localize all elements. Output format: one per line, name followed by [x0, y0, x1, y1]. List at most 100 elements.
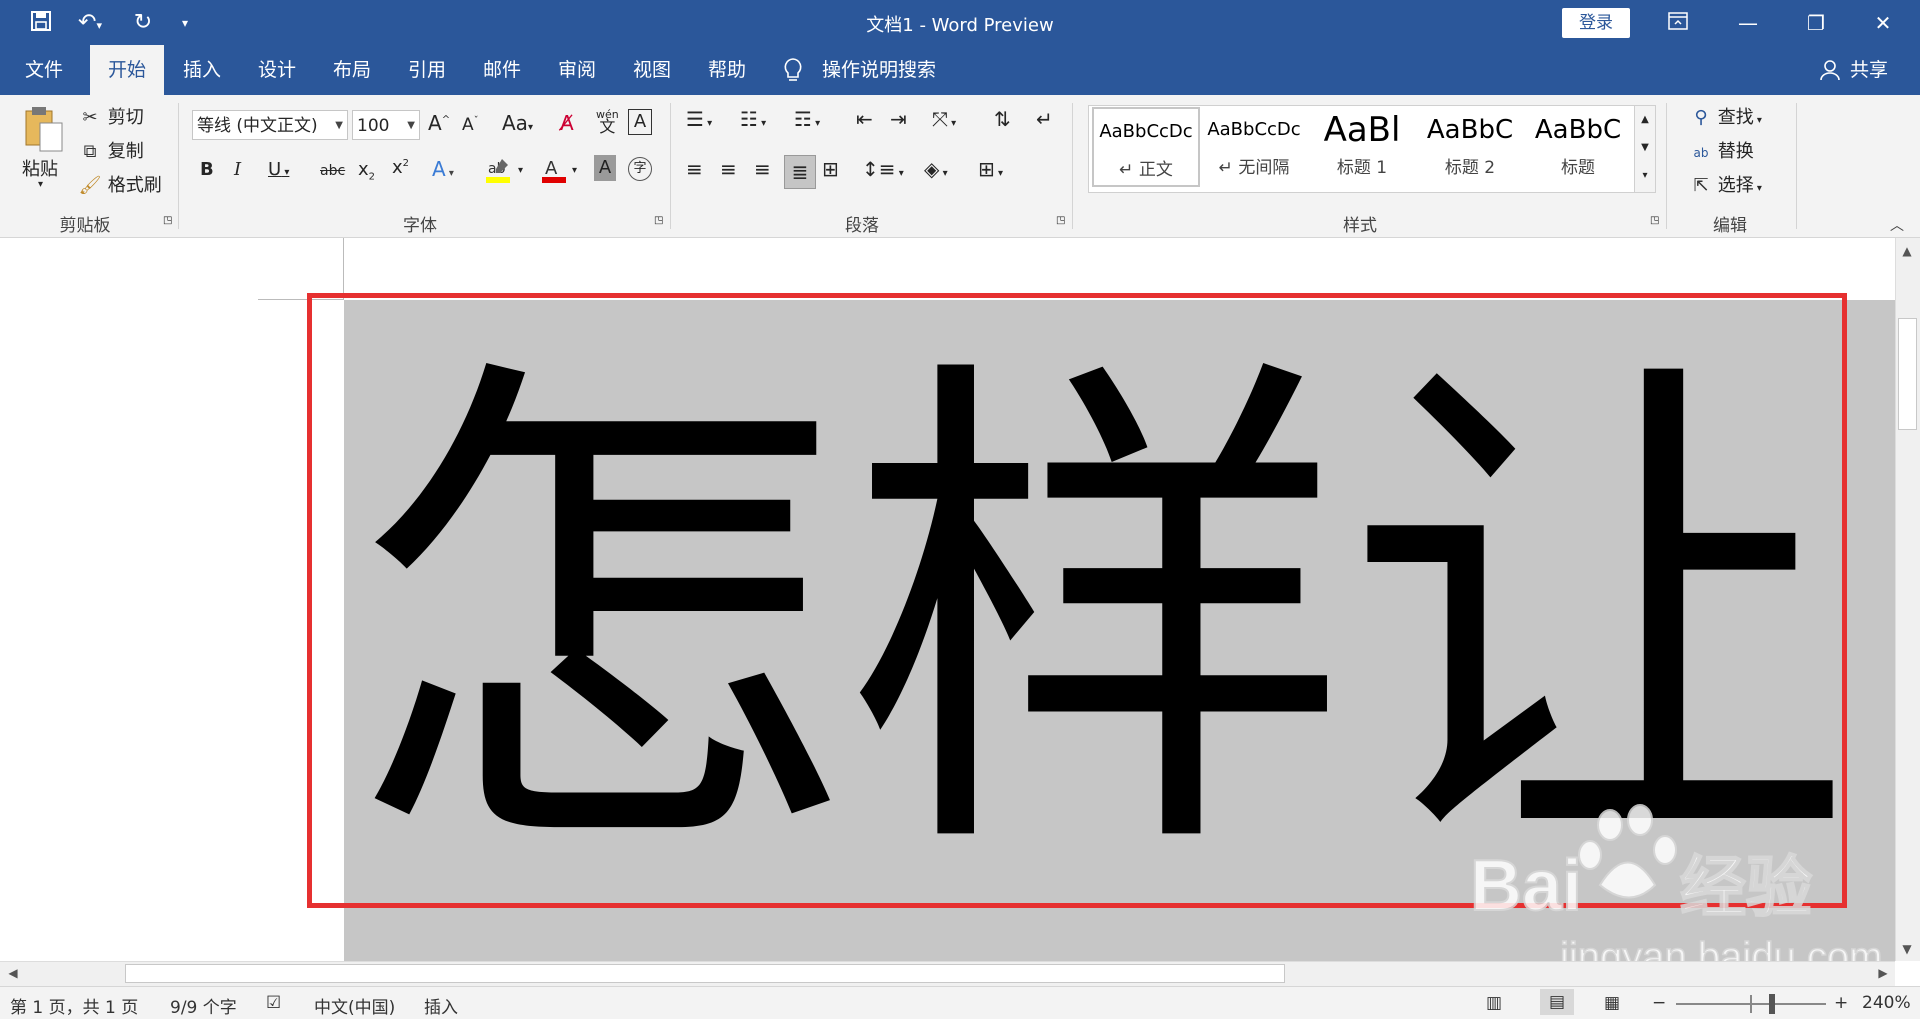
zoom-level[interactable]: 240% — [1862, 993, 1911, 1013]
distributed-icon[interactable]: ⊞ — [822, 157, 839, 181]
vertical-scroll-thumb[interactable] — [1898, 318, 1917, 430]
line-spacing-icon[interactable]: ↕≡ ▾ — [862, 157, 904, 181]
scroll-left-icon[interactable]: ◀ — [2, 962, 24, 984]
proofing-icon[interactable]: ☑ — [266, 993, 281, 1013]
tab-review[interactable]: 审阅 — [545, 45, 609, 95]
multilevel-list-icon[interactable]: ☶ ▾ — [794, 107, 820, 131]
lightbulb-icon — [782, 57, 806, 83]
chevron-down-icon[interactable]: ▾ — [518, 165, 523, 176]
web-layout-icon[interactable]: ▦ — [1604, 993, 1620, 1013]
styles-scroll[interactable]: ▲ ▼ ▾ — [1634, 105, 1656, 193]
tab-layout[interactable]: 布局 — [320, 45, 384, 95]
enclose-characters-icon[interactable]: 字 — [628, 157, 652, 181]
word-count[interactable]: 9/9 个字 — [170, 993, 237, 1018]
paste-icon[interactable] — [22, 105, 66, 153]
font-size-select[interactable]: 100 ▼ — [352, 110, 420, 140]
tab-insert[interactable]: 插入 — [170, 45, 234, 95]
restore-icon[interactable]: ❐ — [1793, 8, 1839, 38]
chevron-down-icon: ▼ — [335, 120, 343, 131]
group-separator — [1072, 103, 1073, 229]
show-hide-marks-icon[interactable]: ↵ — [1036, 107, 1053, 131]
select-button[interactable]: ⇱ 选择 ▾ — [1690, 171, 1761, 197]
numbering-icon[interactable]: ☷ ▾ — [740, 107, 766, 131]
highlight-color-icon[interactable]: ab — [484, 155, 514, 185]
borders-icon[interactable]: ⊞ ▾ — [978, 157, 1003, 181]
zoom-out-icon[interactable]: − — [1652, 993, 1666, 1013]
font-color-icon[interactable]: A — [540, 155, 568, 185]
cut-button[interactable]: ✂ 剪切 — [78, 103, 143, 129]
character-border-icon[interactable]: A — [628, 109, 652, 135]
tab-mailings[interactable]: 邮件 — [470, 45, 534, 95]
group-separator — [1666, 103, 1667, 229]
close-icon[interactable]: ✕ — [1860, 8, 1906, 38]
copy-button[interactable]: ⧉ 复制 — [78, 137, 144, 163]
strikethrough-icon[interactable]: abc — [320, 163, 345, 179]
scroll-down-icon[interactable]: ▼ — [1896, 938, 1918, 960]
svg-text:经验: 经验 — [1680, 850, 1812, 924]
style-no-spacing[interactable]: AaBbCcDc ↵ 无间隔 — [1200, 107, 1308, 187]
read-mode-icon[interactable]: ▥ — [1486, 993, 1502, 1013]
shrink-font-icon[interactable]: Aˇ — [462, 115, 479, 135]
collapse-ribbon-icon[interactable]: ︿ — [1890, 215, 1904, 235]
style-heading-1[interactable]: AaBl 标题 1 — [1308, 107, 1416, 187]
group-separator — [1796, 103, 1797, 229]
paste-button[interactable]: 粘贴 — [22, 155, 58, 181]
tab-help[interactable]: 帮助 — [695, 45, 759, 95]
dialog-launcher-icon[interactable]: ◳ — [163, 215, 172, 226]
change-case-button[interactable]: Aa▾ — [502, 111, 533, 135]
tab-file[interactable]: 文件 — [12, 45, 76, 95]
style-title[interactable]: AaBbC 标题 — [1524, 107, 1632, 187]
ribbon-display-icon[interactable] — [1655, 8, 1701, 38]
horizontal-scroll-thumb[interactable] — [125, 964, 1285, 983]
clear-formatting-icon[interactable]: A̸ — [560, 111, 574, 135]
print-layout-icon[interactable]: ▤ — [1540, 989, 1574, 1015]
character-shading-icon[interactable]: A — [594, 155, 616, 181]
scroll-right-icon[interactable]: ▶ — [1872, 962, 1894, 984]
share-button[interactable]: 共享 — [1844, 45, 1894, 95]
find-button[interactable]: ⚲ 查找 ▾ — [1690, 103, 1762, 129]
italic-icon[interactable]: I — [234, 159, 241, 180]
zoom-in-icon[interactable]: + — [1834, 993, 1848, 1013]
user-icon — [1820, 59, 1840, 81]
decrease-indent-icon[interactable]: ⇤ — [856, 107, 873, 131]
underline-icon[interactable]: U ▾ — [268, 159, 289, 180]
superscript-icon[interactable]: x2 — [392, 157, 409, 178]
tab-design[interactable]: 设计 — [245, 45, 309, 95]
dialog-launcher-icon[interactable]: ◳ — [1650, 215, 1659, 226]
tab-references[interactable]: 引用 — [395, 45, 459, 95]
text-effects-icon[interactable]: A ▾ — [432, 157, 454, 181]
tab-view[interactable]: 视图 — [620, 45, 684, 95]
chevron-down-icon[interactable]: ▾ — [572, 165, 577, 176]
align-left-icon[interactable]: ≡ — [686, 157, 703, 181]
chinese-layout-icon[interactable]: ⤧ ▾ — [932, 107, 956, 131]
bullets-icon[interactable]: ☰ ▾ — [686, 107, 712, 131]
align-center-icon[interactable]: ≡ — [720, 157, 737, 181]
align-right-icon[interactable]: ≡ — [754, 157, 771, 181]
style-heading-2[interactable]: AaBbC 标题 2 — [1416, 107, 1524, 187]
tab-home[interactable]: 开始 — [90, 45, 164, 95]
bold-icon[interactable]: B — [200, 159, 214, 180]
zoom-slider-thumb[interactable] — [1769, 994, 1775, 1014]
dialog-launcher-icon[interactable]: ◳ — [654, 215, 663, 226]
style-normal[interactable]: AaBbCcDc ↵ 正文 — [1092, 107, 1200, 187]
insert-mode[interactable]: 插入 — [424, 993, 458, 1018]
subscript-icon[interactable]: x2 — [358, 159, 375, 183]
sort-icon[interactable]: ⇅ — [994, 107, 1011, 131]
replace-button[interactable]: ab 替换 — [1690, 137, 1754, 163]
tell-me-search[interactable]: 操作说明搜索 — [822, 45, 942, 95]
format-painter-button[interactable]: 🖌 格式刷 — [78, 171, 162, 197]
justify-icon[interactable]: ≣ — [784, 155, 816, 189]
increase-indent-icon[interactable]: ⇥ — [890, 107, 907, 131]
minimize-icon[interactable]: — — [1725, 8, 1771, 38]
phonetic-guide-icon[interactable]: wén 文 — [596, 109, 619, 135]
grow-font-icon[interactable]: A^ — [428, 111, 450, 135]
language-indicator[interactable]: 中文(中国) — [314, 993, 395, 1018]
paste-dropdown-icon[interactable]: ▾ — [38, 179, 43, 190]
svg-text:Bai: Bai — [1470, 846, 1582, 926]
font-name-select[interactable]: 等线 (中文正文) ▼ — [192, 110, 348, 140]
page-count[interactable]: 第 1 页，共 1 页 — [10, 993, 138, 1018]
shading-icon[interactable]: ◈ ▾ — [924, 157, 948, 181]
login-button[interactable]: 登录 — [1562, 8, 1630, 38]
dialog-launcher-icon[interactable]: ◳ — [1056, 215, 1065, 226]
scroll-up-icon[interactable]: ▲ — [1896, 240, 1918, 262]
